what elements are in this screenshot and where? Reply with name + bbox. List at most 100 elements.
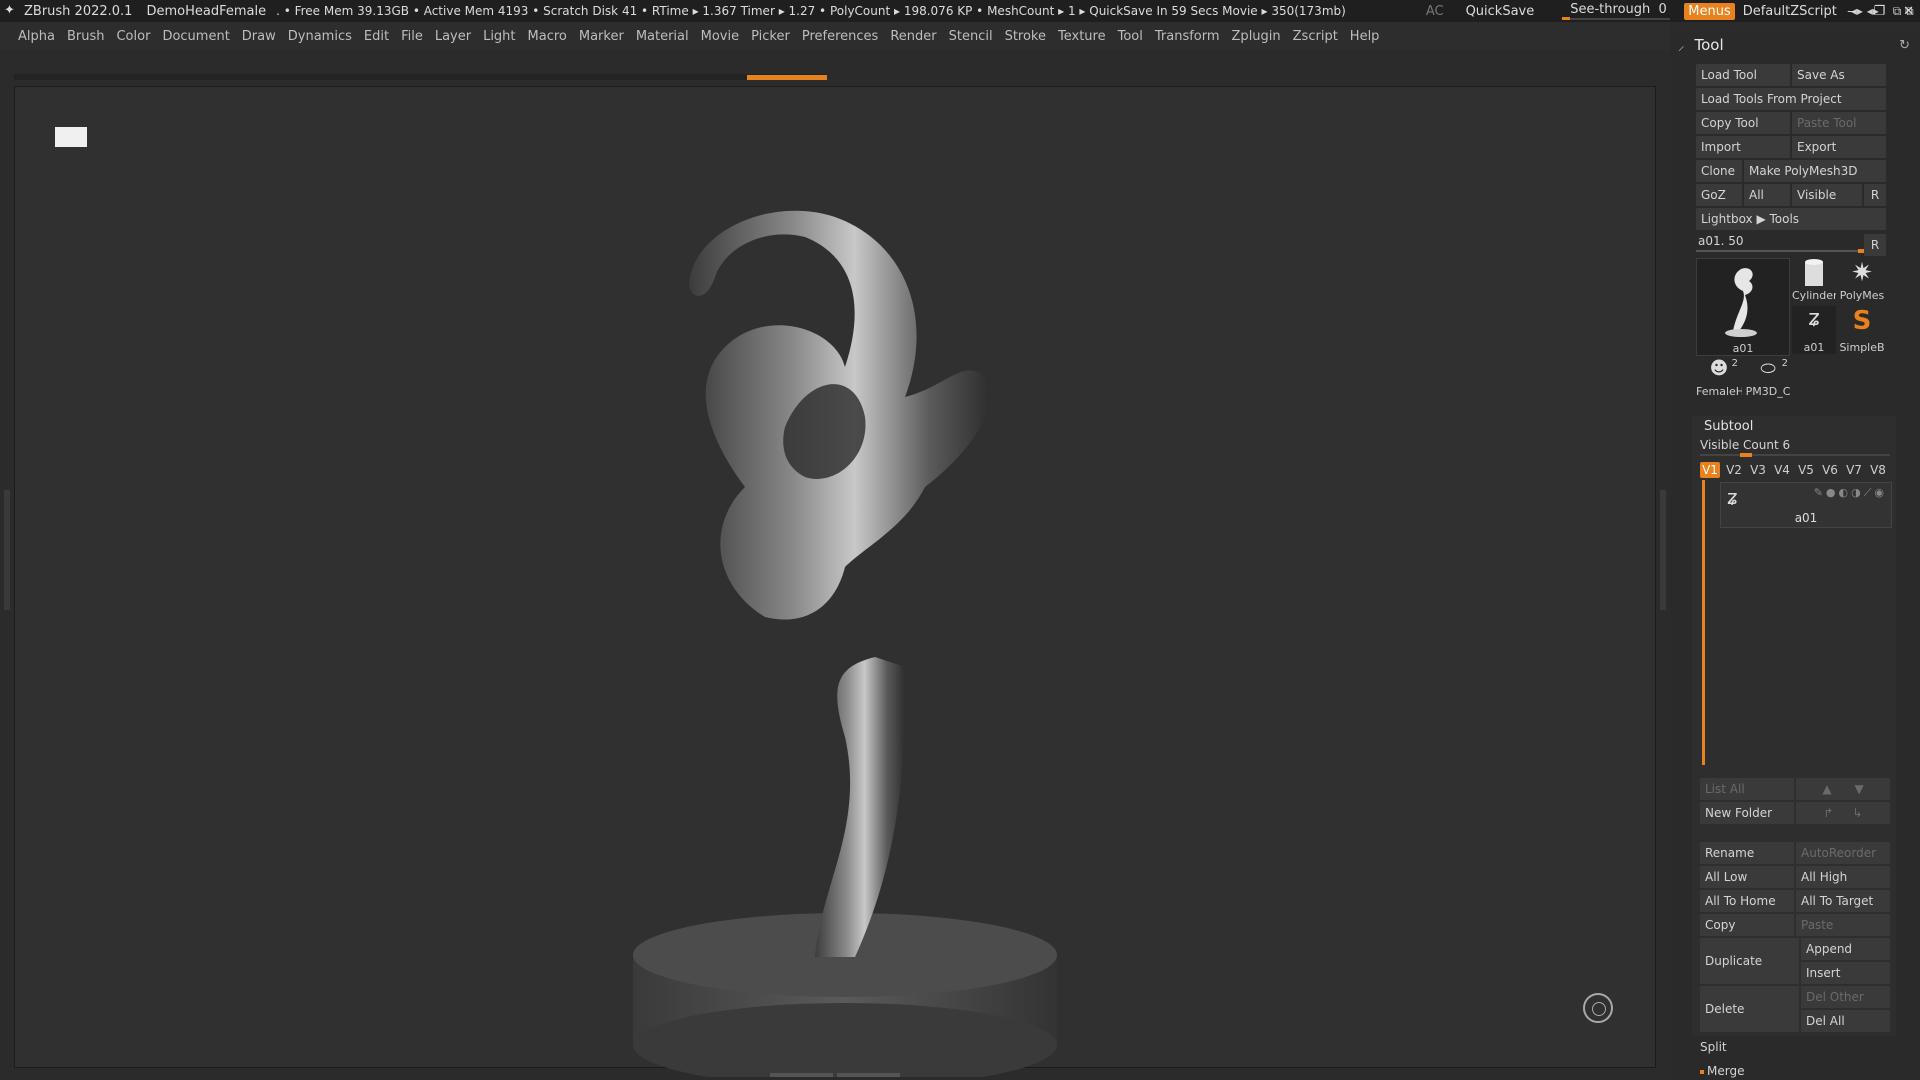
tab-v8[interactable]: V8 bbox=[1868, 462, 1888, 478]
list-all-button[interactable]: List All bbox=[1700, 778, 1794, 800]
subtool-scrollbar[interactable] bbox=[1702, 480, 1705, 765]
timeline-bar[interactable] bbox=[14, 74, 827, 80]
menu-light[interactable]: Light bbox=[483, 29, 515, 44]
refresh-icon[interactable]: ↻ bbox=[1899, 38, 1910, 53]
goz-all-button[interactable]: All bbox=[1744, 184, 1790, 206]
all-low-button[interactable]: All Low bbox=[1700, 866, 1794, 888]
menu-brush[interactable]: Brush bbox=[67, 29, 105, 44]
delete-button[interactable]: Delete bbox=[1700, 986, 1799, 1032]
timeline-marker[interactable] bbox=[747, 75, 827, 80]
menu-stroke[interactable]: Stroke bbox=[1005, 29, 1046, 44]
menu-preferences[interactable]: Preferences bbox=[802, 29, 878, 44]
import-button[interactable]: Import bbox=[1696, 136, 1790, 158]
subtool-title[interactable]: Subtool bbox=[1692, 416, 1896, 438]
duplicate-button[interactable]: Duplicate bbox=[1700, 938, 1799, 984]
menu-help[interactable]: Help bbox=[1350, 29, 1380, 44]
thumb-pm3d[interactable]: ⬭ 2 PM3D_C bbox=[1744, 358, 1792, 398]
menu-stencil[interactable]: Stencil bbox=[949, 29, 993, 44]
del-all-button[interactable]: Del All bbox=[1801, 1010, 1890, 1032]
tab-v4[interactable]: V4 bbox=[1772, 462, 1792, 478]
del-other-button[interactable]: Del Other bbox=[1801, 986, 1890, 1008]
restore-icon[interactable]: ❐ bbox=[1873, 4, 1885, 19]
thumb-cylinder[interactable]: Cylinder bbox=[1792, 258, 1836, 302]
all-to-target-button[interactable]: All To Target bbox=[1796, 890, 1890, 912]
load-tool-button[interactable]: Load Tool bbox=[1696, 64, 1790, 86]
thumb-a01-small[interactable]: ʑ a01 bbox=[1792, 306, 1836, 354]
menu-material[interactable]: Material bbox=[636, 29, 689, 44]
canvas-viewport[interactable] bbox=[14, 86, 1656, 1077]
thumb-simpleb[interactable]: S SimpleB bbox=[1838, 306, 1886, 354]
paste-button[interactable]: Paste bbox=[1796, 914, 1890, 936]
menu-picker[interactable]: Picker bbox=[751, 29, 790, 44]
ac-toggle[interactable]: AC bbox=[1426, 4, 1444, 19]
all-to-home-button[interactable]: All To Home bbox=[1700, 890, 1794, 912]
menu-file[interactable]: File bbox=[401, 29, 423, 44]
copy-tool-button[interactable]: Copy Tool bbox=[1696, 112, 1790, 134]
tool-slider[interactable]: a01. 50 R bbox=[1696, 234, 1886, 256]
tab-v3[interactable]: V3 bbox=[1748, 462, 1768, 478]
tab-v7[interactable]: V7 bbox=[1844, 462, 1864, 478]
tab-v6[interactable]: V6 bbox=[1820, 462, 1840, 478]
tab-v5[interactable]: V5 bbox=[1796, 462, 1816, 478]
tab-v1[interactable]: V1 bbox=[1700, 462, 1720, 478]
menus-button[interactable]: Menus bbox=[1684, 2, 1735, 20]
bottom-tray-handle[interactable] bbox=[770, 1070, 900, 1080]
lightbox-tools-button[interactable]: Lightbox ▶ Tools bbox=[1696, 208, 1886, 230]
menu-zplugin[interactable]: Zplugin bbox=[1232, 29, 1281, 44]
left-tray-handle[interactable] bbox=[4, 490, 10, 610]
menu-dynamics[interactable]: Dynamics bbox=[288, 29, 352, 44]
view-icon[interactable] bbox=[55, 127, 87, 147]
see-through-slider[interactable]: See-through 0 bbox=[1562, 2, 1671, 20]
arrow-down-icon[interactable]: ↱ ↳ bbox=[1796, 802, 1890, 824]
menu-macro[interactable]: Macro bbox=[528, 29, 567, 44]
new-folder-button[interactable]: New Folder bbox=[1700, 802, 1794, 824]
menu-draw[interactable]: Draw bbox=[242, 29, 276, 44]
merge-section[interactable]: Merge bbox=[1700, 1064, 1744, 1078]
menu-tool[interactable]: Tool bbox=[1118, 29, 1143, 44]
thumb-a01[interactable]: a01 bbox=[1696, 258, 1790, 356]
menu-texture[interactable]: Texture bbox=[1058, 29, 1106, 44]
export-button[interactable]: Export bbox=[1792, 136, 1886, 158]
default-zscript-button[interactable]: DefaultZScript bbox=[1743, 4, 1837, 19]
make-polymesh3d-button[interactable]: Make PolyMesh3D bbox=[1744, 160, 1886, 182]
menu-movie[interactable]: Movie bbox=[701, 29, 739, 44]
load-tools-from-project-button[interactable]: Load Tools From Project bbox=[1696, 88, 1886, 110]
tool-slider-r-button[interactable]: R bbox=[1864, 234, 1886, 256]
thumb-polymesh[interactable]: ✷ PolyMes bbox=[1838, 258, 1886, 302]
close-icon[interactable]: ✕ bbox=[1903, 4, 1914, 19]
subtool-item[interactable]: ʑ ✎●◐◑⟋◉ a01 bbox=[1720, 482, 1892, 528]
thumb-female[interactable]: ☻ 2 FemaleH bbox=[1696, 358, 1742, 398]
arrow-up-icon[interactable]: ▲ ▼ bbox=[1796, 778, 1890, 800]
visible-count-slider[interactable]: Visible Count 6 bbox=[1700, 438, 1890, 457]
menu-edit[interactable]: Edit bbox=[364, 29, 389, 44]
menu-color[interactable]: Color bbox=[116, 29, 150, 44]
copy-button[interactable]: Copy bbox=[1700, 914, 1794, 936]
rename-button[interactable]: Rename bbox=[1700, 842, 1794, 864]
tab-v2[interactable]: V2 bbox=[1724, 462, 1744, 478]
view-gizmo-icon[interactable] bbox=[1583, 993, 1613, 1023]
append-button[interactable]: Append bbox=[1801, 938, 1890, 960]
right-tray-handle[interactable] bbox=[1660, 490, 1666, 610]
goz-visible-button[interactable]: Visible bbox=[1792, 184, 1862, 206]
goz-button[interactable]: GoZ bbox=[1696, 184, 1742, 206]
menu-document[interactable]: Document bbox=[162, 29, 229, 44]
auto-reorder-button[interactable]: AutoReorder bbox=[1796, 842, 1890, 864]
minimize-icon[interactable]: ‒ bbox=[1847, 4, 1855, 19]
goz-r-button[interactable]: R bbox=[1864, 184, 1886, 206]
menu-marker[interactable]: Marker bbox=[579, 29, 624, 44]
sculpture-model[interactable] bbox=[605, 127, 1085, 1077]
menu-alpha[interactable]: Alpha bbox=[18, 29, 55, 44]
eye-icon[interactable]: ✎●◐◑⟋◉ bbox=[1814, 486, 1887, 500]
quicksave-button[interactable]: QuickSave bbox=[1466, 4, 1535, 19]
menu-zscript[interactable]: Zscript bbox=[1293, 29, 1338, 44]
menu-render[interactable]: Render bbox=[890, 29, 936, 44]
insert-button[interactable]: Insert bbox=[1801, 962, 1890, 984]
tool-panel-title[interactable]: Tool bbox=[1695, 36, 1724, 54]
paste-tool-button[interactable]: Paste Tool bbox=[1792, 112, 1886, 134]
split-section[interactable]: Split bbox=[1700, 1040, 1727, 1054]
menu-transform[interactable]: Transform bbox=[1155, 29, 1220, 44]
menu-layer[interactable]: Layer bbox=[435, 29, 471, 44]
all-high-button[interactable]: All High bbox=[1796, 866, 1890, 888]
save-as-button[interactable]: Save As bbox=[1792, 64, 1886, 86]
clone-button[interactable]: Clone bbox=[1696, 160, 1742, 182]
